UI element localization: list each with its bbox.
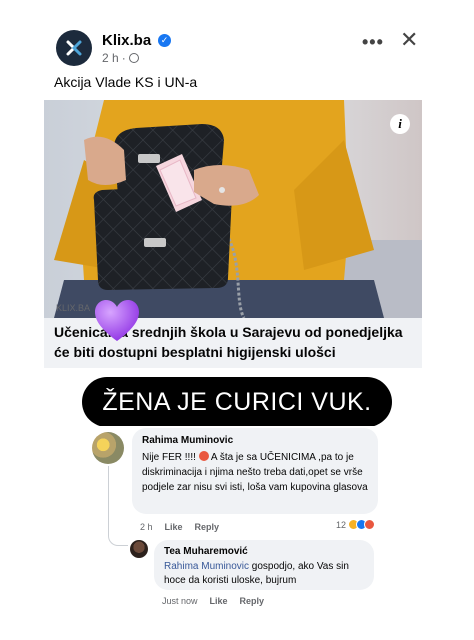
close-icon[interactable]: ✕	[400, 27, 418, 53]
comment-like-button[interactable]: Like	[165, 522, 183, 532]
handbag-photo	[44, 100, 422, 318]
comment-actions: 2 h Like Reply	[140, 522, 219, 532]
comment-thread: Rahima Muminovic Nije FER !!!! A šta je …	[84, 426, 390, 616]
commenter-avatar[interactable]	[92, 432, 124, 464]
reply-author[interactable]: Tea Muharemović	[164, 546, 364, 557]
klix-logo-icon	[66, 40, 82, 56]
comment-bubble: Rahima Muminovic Nije FER !!!! A šta je …	[132, 428, 378, 514]
reply-text: Rahima Muminovic gospodjo, ako Vas sin h…	[164, 560, 364, 588]
verified-icon: ✓	[158, 34, 171, 47]
more-icon[interactable]: •••	[362, 32, 384, 53]
info-icon[interactable]: i	[390, 114, 410, 134]
comment-author[interactable]: Rahima Muminovic	[142, 435, 368, 446]
reply-actions: Just now Like Reply	[162, 596, 264, 606]
purple-heart-emoji	[95, 300, 139, 341]
post-header: Klix.ba ✓ 2 h · ••• ✕	[54, 27, 418, 68]
post-image[interactable]: i	[44, 100, 422, 318]
replier-avatar[interactable]	[130, 540, 148, 558]
reply-mention[interactable]: Rahima Muminovic	[164, 561, 249, 572]
facebook-post: Klix.ba ✓ 2 h · ••• ✕ Akcija Vlade KS i …	[44, 20, 422, 368]
comment-time[interactable]: 2 h	[140, 522, 153, 532]
angry-reaction-icon	[364, 519, 376, 530]
reaction-count: 12	[336, 519, 347, 530]
comment-text-start: Nije FER !!!!	[142, 452, 196, 463]
post-time[interactable]: 2 h	[102, 51, 119, 65]
link-domain: KLIX.BA	[56, 303, 91, 313]
comment-text: Nije FER !!!! A šta je sa UČENICIMA ,pa …	[142, 450, 368, 495]
post-text: Akcija Vlade KS i UN-a	[54, 74, 198, 90]
meta-separator: ·	[121, 51, 126, 65]
post-meta: 2 h ·	[102, 51, 139, 65]
reply-like-button[interactable]: Like	[210, 596, 228, 606]
reply-reply-button[interactable]: Reply	[240, 596, 265, 606]
comment-reply-button[interactable]: Reply	[195, 522, 220, 532]
page-avatar[interactable]	[56, 30, 92, 66]
reply-bubble: Tea Muharemović Rahima Muminovic gospodj…	[154, 540, 374, 590]
story-caption: ŽENA JE CURICI VUK.	[82, 377, 392, 427]
reply-time[interactable]: Just now	[162, 596, 198, 606]
comment-reactions[interactable]: 12	[336, 519, 376, 530]
page-name[interactable]: Klix.ba	[102, 32, 151, 49]
angry-face-icon	[198, 451, 209, 461]
thread-connector	[108, 466, 128, 546]
globe-icon	[128, 53, 139, 63]
